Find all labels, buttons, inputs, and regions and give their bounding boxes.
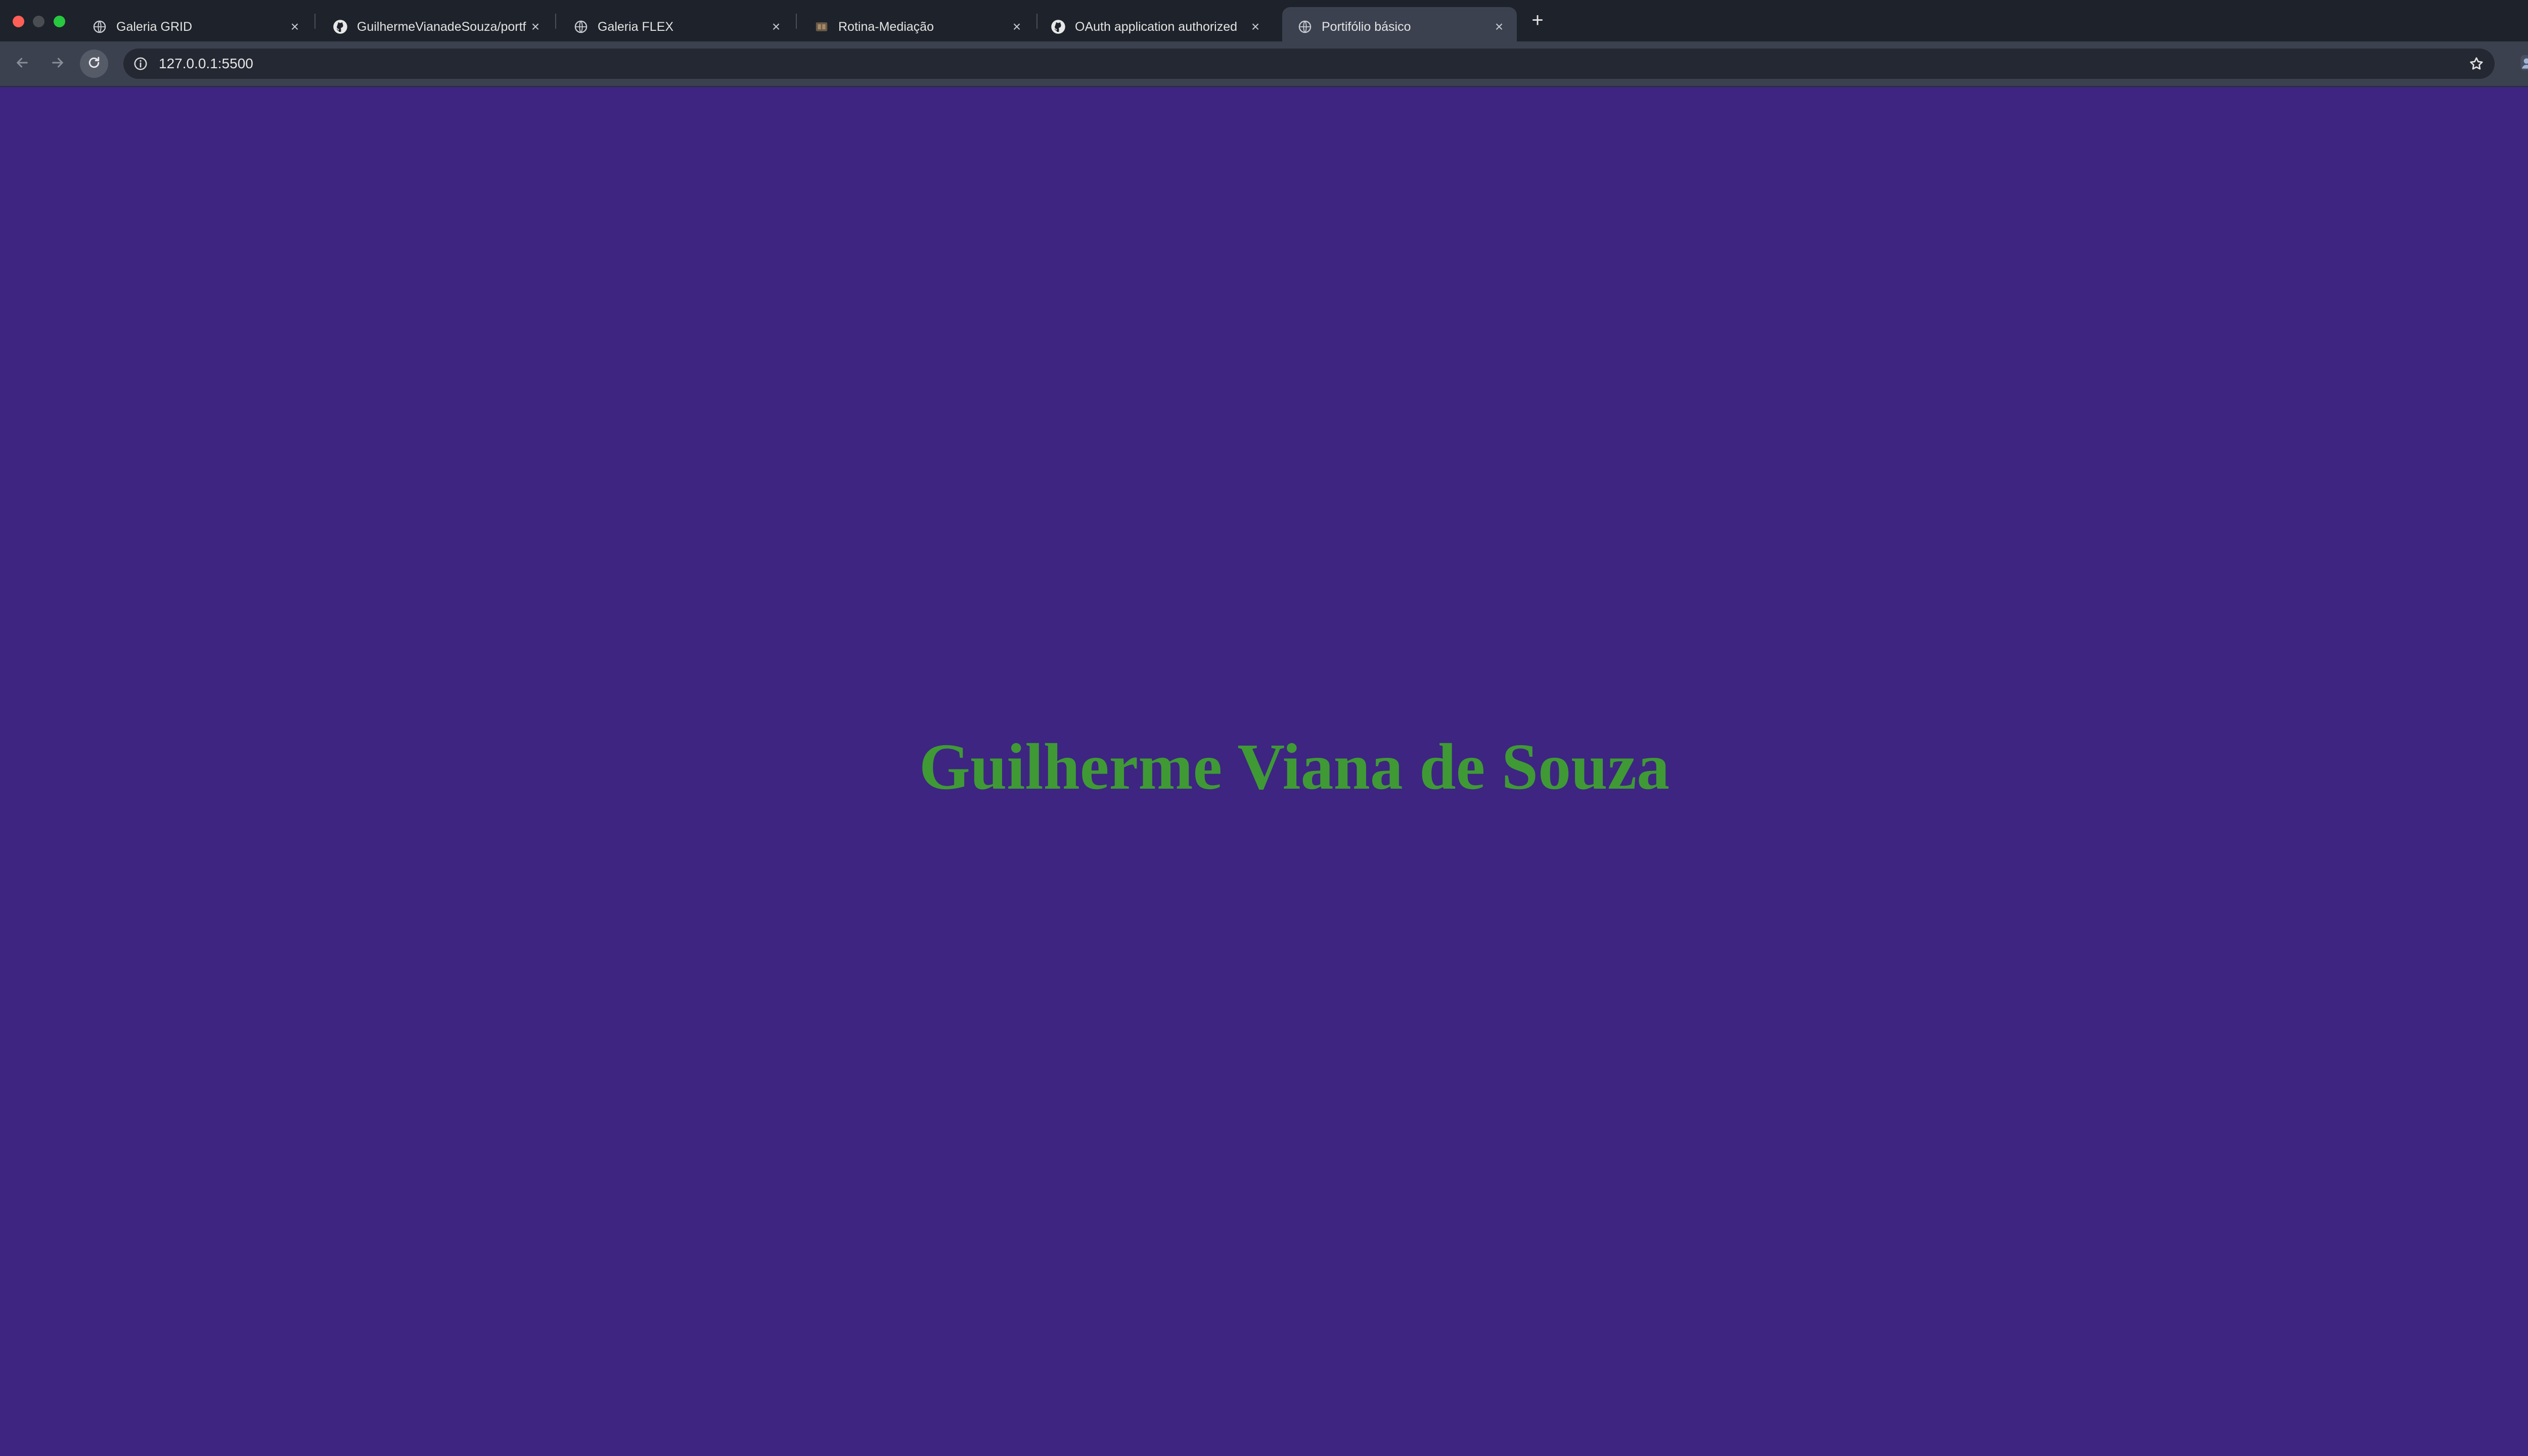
page-viewport: Guilherme Viana de Souza [0,87,2528,1456]
window-close-button[interactable] [13,16,24,27]
globe-icon [573,19,589,34]
site-info-icon[interactable] [131,55,150,73]
tab-close-icon[interactable]: × [1247,18,1264,35]
window-minimize-button[interactable] [33,16,44,27]
tab-label: GuilhermeVianadeSouza/portf [357,20,526,34]
browser-toolbar: 127.0.0.1:5500 [0,41,2528,87]
profile-avatar-icon [2519,53,2528,75]
globe-icon [92,19,107,34]
arrow-right-icon [50,55,66,73]
address-bar[interactable]: 127.0.0.1:5500 [123,49,2495,79]
back-button[interactable] [8,50,36,78]
tab-separator [796,14,797,29]
page-heading: Guilherme Viana de Souza [919,731,1670,803]
tab-rotina-mediacao[interactable]: Rotina-Mediação × [799,7,1033,41]
tab-label: OAuth application authorized [1075,20,1238,34]
new-tab-button[interactable]: + [1527,10,1548,31]
arrow-left-icon [14,55,30,73]
tab-label: Rotina-Mediação [838,20,934,34]
bookmark-star-icon[interactable] [2466,54,2487,74]
tab-close-icon[interactable]: × [527,18,544,35]
tab-close-icon[interactable]: × [1491,18,1508,35]
tab-close-icon[interactable]: × [768,18,785,35]
github-icon [333,19,348,34]
tab-strip: Galeria GRID × GuilhermeVianadeSouza/por… [0,0,2528,41]
tab-separator [555,14,556,29]
globe-icon [1297,19,1313,34]
tab-label: Galeria GRID [116,20,193,34]
tab-separator [314,14,315,29]
tab-github-repo[interactable]: GuilhermeVianadeSouza/portf × [318,7,552,41]
tab-galeria-grid[interactable]: Galeria GRID × [77,7,311,41]
tab-label: Galeria FLEX [598,20,674,34]
reload-button[interactable] [80,50,108,78]
github-icon [1051,19,1066,34]
tab-oauth-authorized[interactable]: OAuth application authorized × [1035,7,1273,41]
window-maximize-button[interactable] [54,16,65,27]
profile-button[interactable] [2516,51,2528,77]
address-url: 127.0.0.1:5500 [159,56,253,71]
app-icon [814,19,829,34]
forward-button[interactable] [43,50,72,78]
tab-label: Portifólio básico [1322,20,1411,34]
tab-portifolio-basico[interactable]: Portifólio básico × [1282,7,1517,41]
tab-close-icon[interactable]: × [286,18,303,35]
reload-icon [86,55,102,73]
tab-galeria-flex[interactable]: Galeria FLEX × [558,7,793,41]
tab-close-icon[interactable]: × [1008,18,1025,35]
